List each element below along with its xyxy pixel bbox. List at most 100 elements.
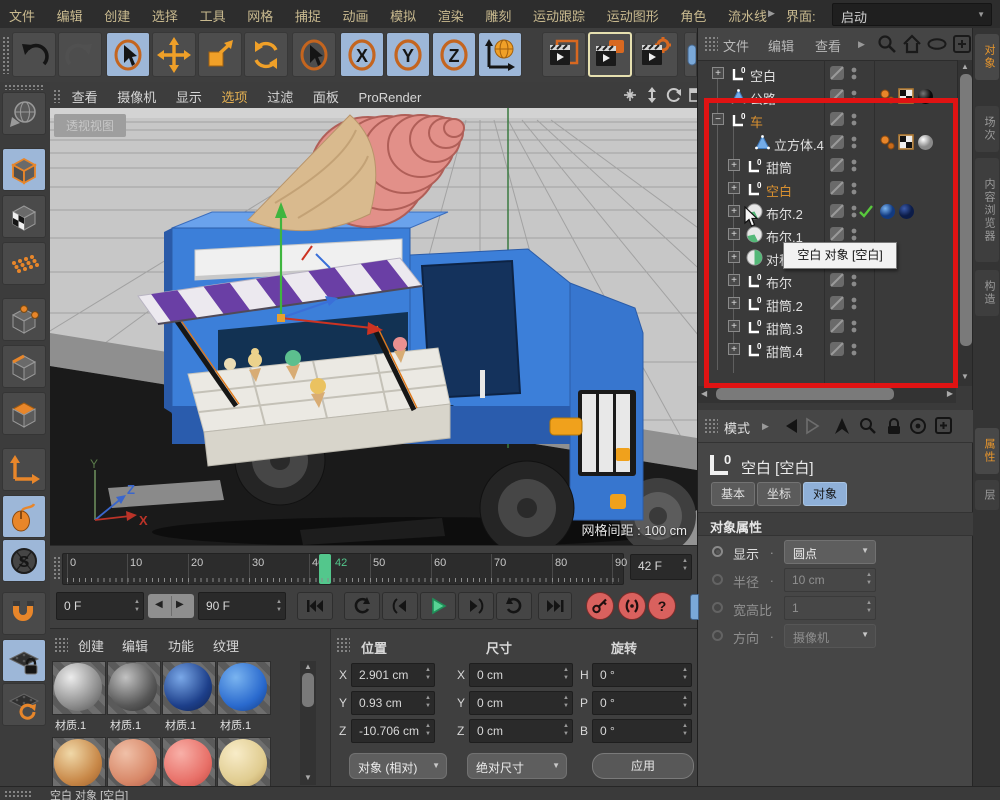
om-menu-edit[interactable]: 编辑 <box>768 28 794 55</box>
rot-b-field[interactable]: 0 ° ▲ ▼ <box>592 719 692 743</box>
goto-end-button[interactable] <box>538 592 572 620</box>
material-name[interactable]: 材质.1 <box>165 717 225 733</box>
redo-button[interactable] <box>58 32 102 77</box>
texture-mode-button[interactable] <box>2 195 46 238</box>
tab-objects[interactable]: 对象 <box>975 34 999 80</box>
last-selection-tool-button[interactable] <box>292 32 336 77</box>
interface-dropdown[interactable]: 启动 ▼ <box>832 3 992 26</box>
keyframe-circle-icon[interactable] <box>712 602 723 613</box>
material-name[interactable]: 材质.1 <box>220 717 280 733</box>
visibility-dots-icon[interactable] <box>850 65 867 82</box>
scroll-up-icon[interactable]: ▲ <box>961 62 969 71</box>
scrollbar-thumb[interactable] <box>960 74 972 346</box>
render-settings-button[interactable] <box>634 32 678 77</box>
vp-menu-view[interactable]: 查看 <box>64 82 106 106</box>
record-button[interactable] <box>586 592 614 620</box>
vp-zoom-icon[interactable] <box>644 87 660 106</box>
material-thumbnail[interactable] <box>107 661 161 715</box>
tab-object[interactable]: 对象 <box>803 482 847 506</box>
end-frame-field[interactable]: 90 F ▲ ▼ <box>198 592 286 620</box>
vp-menu-filter[interactable]: 过滤 <box>259 82 301 106</box>
menu-character[interactable]: 角色 <box>671 0 715 25</box>
menu-animate[interactable]: 动画 <box>333 0 377 25</box>
pos-z-field[interactable]: -10.706 cm ▲ ▼ <box>351 719 435 743</box>
enable-axis-button[interactable] <box>2 448 46 491</box>
vp-menu-panel[interactable]: 面板 <box>305 82 347 106</box>
goto-next-frame-button[interactable] <box>458 592 494 620</box>
toolbar-drag-handle[interactable] <box>2 36 9 74</box>
home-icon[interactable] <box>901 33 923 58</box>
mat-menu-edit[interactable]: 编辑 <box>122 629 148 655</box>
clipped-button[interactable] <box>690 594 699 620</box>
simulate-button[interactable]: S <box>2 539 46 582</box>
material-thumbnail[interactable] <box>52 737 106 787</box>
vp-menu-camera[interactable]: 摄像机 <box>109 82 164 106</box>
om-menu-view[interactable]: 查看 <box>815 28 841 55</box>
goto-prev-key-button[interactable] <box>344 592 380 620</box>
tab-attributes[interactable]: 属性 <box>975 428 999 474</box>
object-label[interactable]: 空白 <box>750 66 776 85</box>
mat-menu-texture[interactable]: 纹理 <box>213 629 239 655</box>
make-editable-button[interactable] <box>2 92 46 135</box>
expand-icon[interactable]: + <box>712 67 724 79</box>
menu-simulate[interactable]: 模拟 <box>381 0 425 25</box>
menubar-expand-arrow[interactable]: ▶ <box>768 8 775 19</box>
viewport-scene[interactable]: Y Z X <box>0 108 1000 556</box>
rot-h-field[interactable]: 0 ° ▲ ▼ <box>592 663 692 687</box>
mode-menu[interactable]: 模式 <box>724 418 750 437</box>
goto-prev-frame-button[interactable] <box>382 592 418 620</box>
material-thumbnail[interactable] <box>107 737 161 787</box>
mat-menu-function[interactable]: 功能 <box>168 629 194 655</box>
tab-layers[interactable]: 层 <box>975 480 999 510</box>
menu-sculpt[interactable]: 雕刻 <box>476 0 520 25</box>
material-thumbnail[interactable] <box>52 661 106 715</box>
pos-y-field[interactable]: 0.93 cm ▲ ▼ <box>351 691 435 715</box>
add-panel-icon[interactable] <box>951 33 973 58</box>
left-toolbar-drag-handle[interactable] <box>4 84 44 90</box>
material-name[interactable]: 材质.1 <box>55 717 115 733</box>
keyframe-selection-button[interactable]: ? <box>648 592 676 620</box>
scale-tool-button[interactable] <box>198 32 242 77</box>
menu-render[interactable]: 渲染 <box>429 0 473 25</box>
arrow-up-icon[interactable] <box>832 416 852 439</box>
menu-select[interactable]: 选择 <box>143 0 187 25</box>
status-drag-handle[interactable] <box>4 790 32 798</box>
om-horizontal-scrollbar[interactable]: ◀ ▶ <box>698 386 956 403</box>
material-thumbnail[interactable] <box>217 661 271 715</box>
edges-mode-button[interactable] <box>2 345 46 388</box>
mat-scrollbar[interactable]: ▲ ▼ <box>300 661 316 785</box>
mat-menu-create[interactable]: 创建 <box>78 629 104 655</box>
scrollbar-thumb[interactable] <box>716 388 894 400</box>
apply-button[interactable]: 应用 <box>592 753 694 779</box>
coordinate-system-button[interactable] <box>478 32 522 77</box>
menu-edit[interactable]: 编辑 <box>48 0 92 25</box>
vp-menu-prorender[interactable]: ProRender <box>350 85 429 105</box>
undo-button[interactable] <box>12 32 56 77</box>
mode-arrow-icon[interactable]: ▶ <box>762 421 769 432</box>
om-menu-file[interactable]: 文件 <box>723 28 749 55</box>
scroll-left-icon[interactable]: ◀ <box>701 389 707 398</box>
timeline-ruler[interactable]: 0 10 20 30 40 50 60 70 80 90 42 <box>62 553 627 585</box>
radius-field[interactable]: 10 cm ▲ ▼ <box>784 568 876 592</box>
frame-step-buttons[interactable]: ◀ ▶ <box>148 594 194 618</box>
pos-x-field[interactable]: 2.901 cm ▲ ▼ <box>351 663 435 687</box>
menu-mesh[interactable]: 网格 <box>238 0 282 25</box>
material-thumbnail[interactable] <box>162 661 216 715</box>
size-z-field[interactable]: 0 cm ▲ ▼ <box>469 719 573 743</box>
viewport-menu-drag-handle[interactable] <box>53 89 60 103</box>
om-menu-overflow-arrow[interactable]: ▶ <box>858 39 865 50</box>
lock-workplane-button[interactable] <box>2 639 46 682</box>
search-icon[interactable] <box>876 33 898 58</box>
keyframe-circle-icon[interactable] <box>712 546 723 557</box>
target-icon[interactable] <box>908 416 928 439</box>
vp-pan-icon[interactable] <box>622 87 638 106</box>
tab-takes[interactable]: 场次 <box>975 106 999 152</box>
current-frame-field[interactable]: 42 F ▲ ▼ <box>630 554 692 580</box>
size-y-field[interactable]: 0 cm ▲ ▼ <box>469 691 573 715</box>
move-tool-button[interactable] <box>152 32 196 77</box>
goto-next-key-button[interactable] <box>496 592 532 620</box>
autokey-button[interactable] <box>618 592 646 620</box>
menu-tools[interactable]: 工具 <box>191 0 235 25</box>
menu-motion-tracker[interactable]: 运动跟踪 <box>524 0 594 25</box>
timeline-drag-handle[interactable] <box>53 556 60 580</box>
